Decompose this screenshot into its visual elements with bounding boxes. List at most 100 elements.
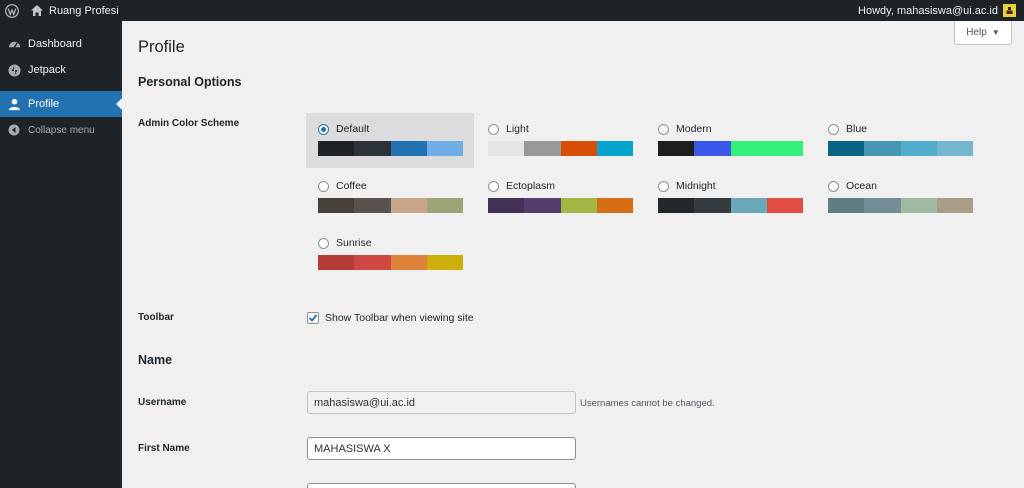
color-swatch: [354, 255, 391, 270]
username-label: Username: [138, 397, 187, 408]
sidebar-item-label: Profile: [28, 98, 60, 110]
color-swatch: [560, 198, 597, 213]
color-swatch: [936, 141, 973, 156]
radio-button[interactable]: [318, 123, 329, 135]
avatar: [1003, 4, 1016, 17]
home-icon: [31, 5, 43, 16]
checkmark-icon: [308, 314, 318, 322]
last-name-field[interactable]: [307, 483, 576, 488]
collapse-icon: [7, 123, 21, 137]
toolbar-label: Toolbar: [138, 312, 174, 323]
radio-button[interactable]: [488, 180, 499, 192]
show-toolbar-option[interactable]: Show Toolbar when viewing site: [307, 312, 474, 324]
howdy-text: Howdy, mahasiswa@ui.ac.id: [858, 4, 998, 17]
color-swatch: [318, 198, 355, 213]
username-description: Usernames cannot be changed.: [580, 398, 715, 409]
color-swatch: [390, 198, 427, 213]
collapse-menu-button[interactable]: Collapse menu: [0, 117, 122, 143]
caret-down-icon: ▼: [991, 28, 1000, 37]
show-toolbar-label: Show Toolbar when viewing site: [325, 312, 474, 324]
color-scheme-sunrise[interactable]: Sunrise: [306, 227, 474, 282]
help-button[interactable]: Help ▼: [954, 21, 1012, 45]
color-scheme-blue[interactable]: Blue: [816, 113, 984, 168]
section-heading-name: Name: [138, 353, 173, 367]
color-swatches: [828, 198, 973, 213]
first-name-field[interactable]: MAHASISWA X: [307, 437, 576, 460]
color-swatches: [488, 141, 633, 156]
dashboard-icon: [7, 37, 21, 51]
radio-button[interactable]: [658, 123, 669, 135]
first-name-label: First Name: [138, 443, 190, 454]
wordpress-logo-icon[interactable]: [1, 0, 23, 21]
show-toolbar-checkbox[interactable]: [307, 312, 319, 324]
admin-sidebar: Dashboard Jetpack Profile Collapse menu: [0, 21, 122, 488]
color-swatch: [426, 141, 463, 156]
color-scheme-ocean[interactable]: Ocean: [816, 170, 984, 225]
color-swatch: [318, 255, 355, 270]
color-scheme-default[interactable]: Default: [306, 113, 474, 168]
radio-button[interactable]: [828, 180, 839, 192]
sidebar-item-label: Collapse menu: [28, 124, 95, 136]
color-swatch: [828, 198, 865, 213]
color-swatches: [488, 198, 633, 213]
jetpack-icon: [7, 63, 21, 77]
color-swatches: [318, 255, 463, 270]
my-account-menu[interactable]: Howdy, mahasiswa@ui.ac.id: [858, 0, 1024, 21]
sidebar-item-jetpack[interactable]: Jetpack: [0, 57, 122, 83]
admin-color-scheme-label: Admin Color Scheme: [138, 118, 240, 129]
color-swatch: [658, 141, 695, 156]
color-swatches: [658, 198, 803, 213]
color-swatch: [426, 198, 463, 213]
color-swatches: [318, 198, 463, 213]
color-swatch: [318, 141, 355, 156]
color-swatch: [766, 198, 803, 213]
color-swatch: [426, 255, 463, 270]
color-swatches: [828, 141, 973, 156]
user-icon: [7, 97, 21, 111]
color-swatch: [596, 141, 633, 156]
sidebar-item-profile[interactable]: Profile: [0, 91, 122, 117]
color-scheme-modern[interactable]: Modern: [646, 113, 814, 168]
main-content: Help ▼ Profile Personal Options Admin Co…: [122, 21, 1024, 488]
color-swatch: [354, 141, 391, 156]
site-name-link[interactable]: Ruang Profesi: [31, 0, 119, 21]
color-swatch: [864, 141, 901, 156]
color-swatch: [864, 198, 901, 213]
sidebar-item-label: Dashboard: [28, 38, 82, 50]
color-swatch: [560, 141, 597, 156]
color-swatch: [694, 198, 731, 213]
color-swatch: [730, 141, 767, 156]
admin-toolbar: Ruang Profesi Howdy, mahasiswa@ui.ac.id: [0, 0, 1024, 21]
section-heading-personal-options: Personal Options: [138, 75, 242, 89]
radio-button[interactable]: [658, 180, 669, 192]
color-swatch: [390, 141, 427, 156]
color-scheme-ectoplasm[interactable]: Ectoplasm: [476, 170, 644, 225]
color-swatch: [596, 198, 633, 213]
color-scheme-picker: Default Light Modern Blue Coffee Ectopla…: [306, 113, 1006, 283]
color-swatch: [694, 141, 731, 156]
color-swatch: [828, 141, 865, 156]
color-swatch: [488, 198, 525, 213]
page-title: Profile: [138, 38, 185, 56]
radio-button[interactable]: [318, 180, 329, 192]
sidebar-item-dashboard[interactable]: Dashboard: [0, 31, 122, 57]
color-swatches: [658, 141, 803, 156]
color-swatch: [730, 198, 767, 213]
color-swatch: [900, 141, 937, 156]
color-swatch: [900, 198, 937, 213]
color-scheme-midnight[interactable]: Midnight: [646, 170, 814, 225]
color-swatch: [524, 198, 561, 213]
username-field[interactable]: mahasiswa@ui.ac.id: [307, 391, 576, 414]
color-scheme-coffee[interactable]: Coffee: [306, 170, 474, 225]
site-name: Ruang Profesi: [49, 4, 119, 17]
color-scheme-light[interactable]: Light: [476, 113, 644, 168]
color-swatches: [318, 141, 463, 156]
radio-button[interactable]: [488, 123, 499, 135]
color-swatch: [524, 141, 561, 156]
color-swatch: [390, 255, 427, 270]
sidebar-item-label: Jetpack: [28, 64, 66, 76]
radio-button[interactable]: [828, 123, 839, 135]
radio-button[interactable]: [318, 237, 329, 249]
color-swatch: [354, 198, 391, 213]
color-swatch: [936, 198, 973, 213]
